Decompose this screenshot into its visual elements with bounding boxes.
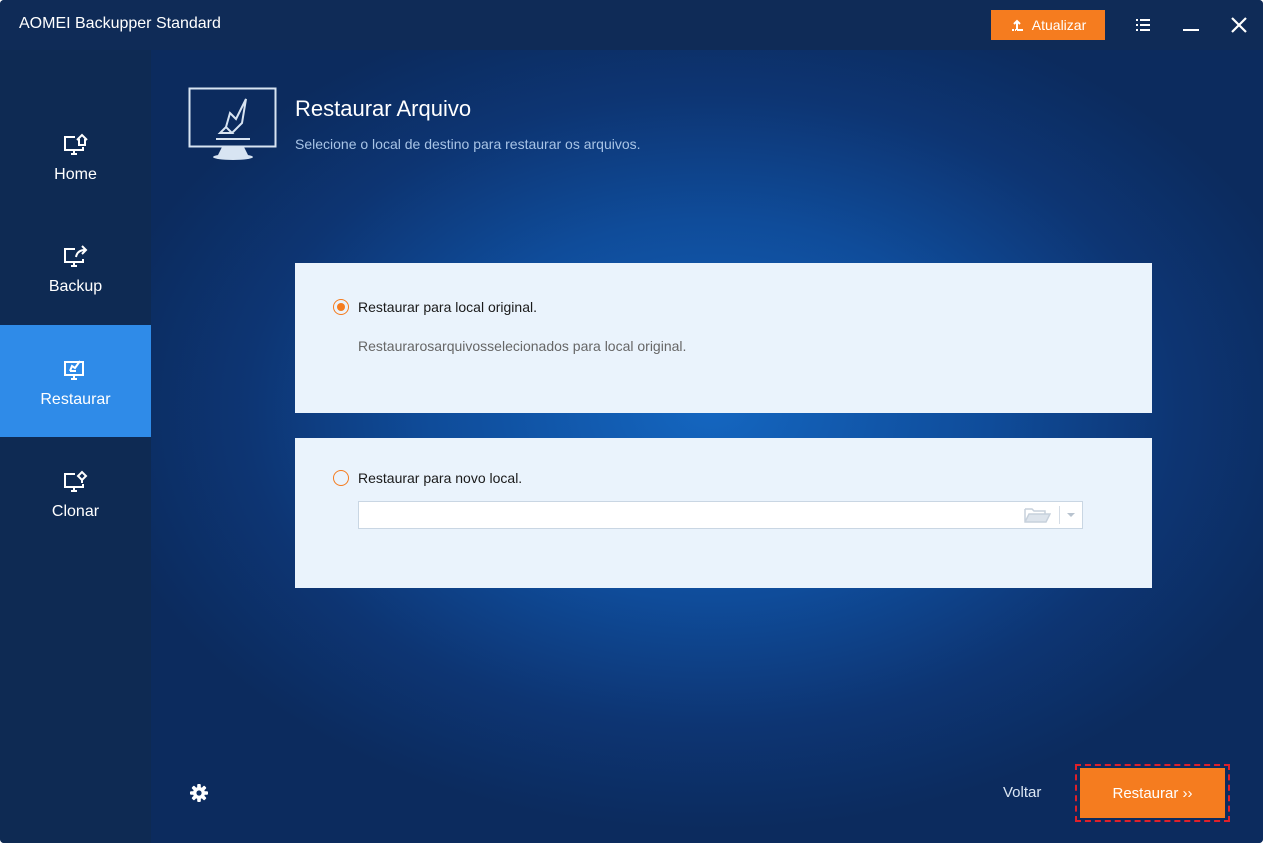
- option-original-label[interactable]: Restaurar para local original.: [358, 299, 537, 315]
- sidebar-item-backup[interactable]: Backup: [0, 212, 151, 324]
- folder-open-icon[interactable]: [1023, 506, 1051, 524]
- title-bar: AOMEI Backupper Standard Atualizar: [0, 0, 1263, 50]
- upgrade-button[interactable]: Atualizar: [991, 10, 1105, 40]
- backup-monitor-icon: [63, 245, 89, 267]
- gear-icon[interactable]: [188, 782, 210, 804]
- app-window: AOMEI Backupper Standard Atualizar Home …: [0, 0, 1263, 843]
- restore-monitor-icon: [63, 360, 84, 380]
- sidebar-item-label: Backup: [48, 278, 103, 295]
- dropdown-separator: [1059, 506, 1060, 524]
- sidebar-item-label: Clonar: [51, 503, 100, 520]
- clone-monitor-icon: [63, 469, 89, 492]
- destination-path-combobox[interactable]: [358, 501, 1083, 529]
- sidebar-item-label: Home: [54, 166, 97, 183]
- app-title: AOMEI Backupper Standard: [19, 15, 221, 32]
- restore-file-monitor-icon: [188, 87, 277, 160]
- radio-selected-dot: [337, 303, 345, 311]
- destination-path-input[interactable]: [361, 504, 1020, 528]
- sidebar-item-label: Restaurar: [40, 391, 111, 408]
- page-title: Restaurar Arquivo: [295, 96, 472, 121]
- chevron-down-icon[interactable]: [1064, 507, 1078, 523]
- radio-original-location[interactable]: [333, 299, 349, 315]
- back-button[interactable]: Voltar: [1003, 784, 1041, 801]
- home-monitor-icon: [63, 133, 89, 155]
- radio-new-location[interactable]: [333, 470, 349, 486]
- sidebar-item-restore[interactable]: Restaurar: [0, 325, 151, 437]
- sidebar-item-home[interactable]: Home: [0, 100, 151, 212]
- minimize-icon[interactable]: [1178, 12, 1204, 38]
- option-new-location-label[interactable]: Restaurar para novo local.: [358, 470, 522, 486]
- option-original-description: Restaurarosarquivosselecionados para loc…: [358, 338, 687, 354]
- menu-icon[interactable]: [1130, 12, 1156, 38]
- sidebar-item-clone[interactable]: Clonar: [0, 437, 151, 549]
- close-icon[interactable]: [1226, 12, 1252, 38]
- page-subtitle: Selecione o local de destino para restau…: [295, 136, 641, 152]
- sidebar: Home Backup Restaurar Clonar: [0, 50, 151, 843]
- restore-button[interactable]: Restaurar ››: [1080, 768, 1225, 818]
- upgrade-arrow-icon: [1011, 19, 1023, 31]
- upgrade-label: Atualizar: [1031, 17, 1087, 33]
